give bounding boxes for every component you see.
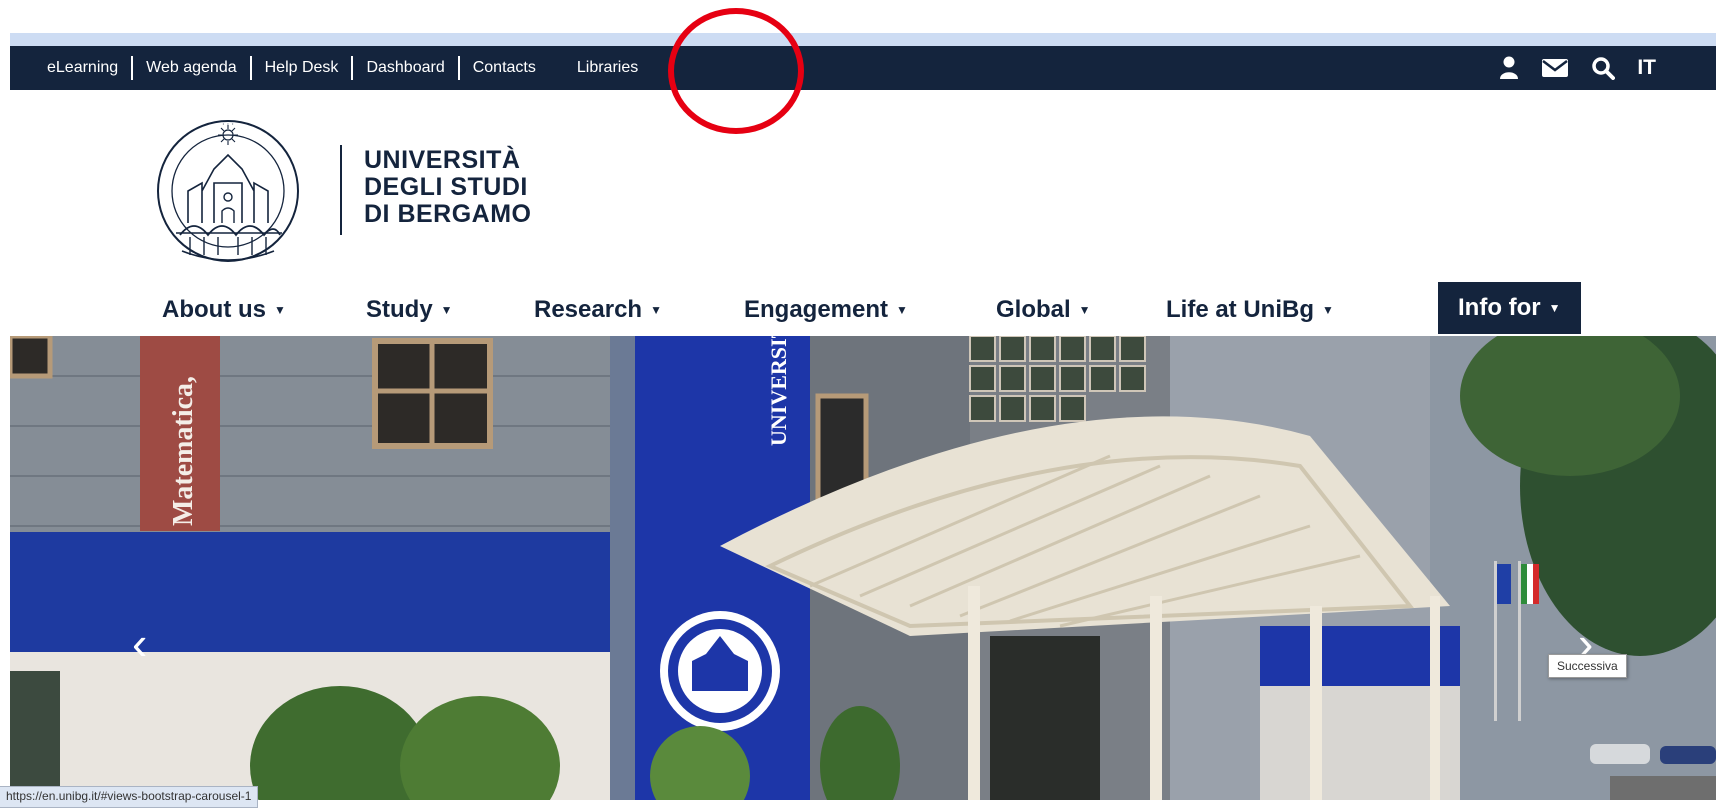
campus-building-photo: Matematica, UNIVERSIT bbox=[10, 336, 1716, 800]
svg-text:· · ·: · · · bbox=[222, 120, 234, 129]
nav-info-for[interactable]: Info for ▼ bbox=[1438, 282, 1581, 334]
nav-engagement[interactable]: Engagement ▼ bbox=[744, 284, 908, 336]
building-sign-text: Matematica, bbox=[168, 376, 199, 526]
tower-sign-text: UNIVERSIT bbox=[766, 336, 791, 446]
utility-bar: eLearning Web agenda Help Desk Dashboard… bbox=[10, 46, 1716, 90]
mail-icon[interactable] bbox=[1541, 57, 1569, 79]
utility-icons: IT bbox=[1499, 46, 1656, 90]
university-name-line: DI BERGAMO bbox=[364, 200, 532, 228]
caret-down-icon: ▼ bbox=[650, 303, 662, 317]
main-nav: About us ▼ Study ▼ Research ▼ Engagement ▼ G… bbox=[0, 282, 1716, 336]
university-name-line: DEGLI STUDI bbox=[364, 173, 528, 201]
caret-down-icon: ▼ bbox=[440, 303, 453, 317]
libraries-link[interactable]: Libraries bbox=[549, 59, 651, 77]
highlight-annotation-circle bbox=[668, 8, 804, 134]
nav-label: About us bbox=[162, 296, 266, 323]
logo-divider bbox=[340, 145, 342, 235]
elearning-link[interactable]: eLearning bbox=[34, 59, 131, 77]
carousel-prev-button[interactable]: ‹ bbox=[132, 620, 147, 666]
caret-down-icon: ▼ bbox=[1548, 301, 1561, 315]
contacts-link[interactable]: Contacts bbox=[460, 59, 549, 77]
hero-carousel: Matematica, UNIVERSIT ‹ › bbox=[10, 336, 1716, 800]
browser-top-strip bbox=[10, 33, 1716, 46]
caret-down-icon: ▼ bbox=[896, 303, 908, 317]
caret-down-icon: ▼ bbox=[273, 303, 286, 317]
language-switch[interactable]: IT bbox=[1637, 56, 1656, 80]
nav-label: Info for bbox=[1458, 294, 1541, 321]
nav-about-us[interactable]: About us ▼ bbox=[162, 284, 286, 336]
nav-research[interactable]: Research ▼ bbox=[534, 284, 662, 336]
browser-status-url: https://en.unibg.it/#views-bootstrap-car… bbox=[0, 786, 259, 808]
caret-down-icon: ▼ bbox=[1078, 303, 1091, 317]
nav-study[interactable]: Study ▼ bbox=[366, 284, 453, 336]
nav-global[interactable]: Global ▼ bbox=[996, 284, 1091, 336]
dashboard-link[interactable]: Dashboard bbox=[353, 59, 457, 77]
nav-life-at-unibg[interactable]: Life at UniBg ▼ bbox=[1166, 284, 1334, 336]
nav-label: Global bbox=[996, 296, 1071, 323]
university-logo[interactable]: · · · UNIVERSITÀ DEGLI STUDI DI BERGAMO bbox=[146, 113, 566, 273]
university-name-line: UNIVERSITÀ bbox=[364, 146, 521, 174]
help-desk-link[interactable]: Help Desk bbox=[252, 59, 352, 77]
nav-label: Engagement bbox=[744, 296, 889, 323]
web-agenda-link[interactable]: Web agenda bbox=[133, 59, 249, 77]
user-icon[interactable] bbox=[1499, 56, 1519, 80]
utility-links: eLearning Web agenda Help Desk Dashboard… bbox=[34, 46, 651, 90]
nav-label: Study bbox=[366, 296, 433, 323]
university-seal-icon: · · · bbox=[157, 120, 299, 262]
caret-down-icon: ▼ bbox=[1322, 303, 1334, 317]
nav-label: Life at UniBg bbox=[1166, 296, 1314, 323]
university-name: UNIVERSITÀ DEGLI STUDI DI BERGAMO bbox=[364, 147, 532, 228]
next-tooltip: Successiva bbox=[1548, 654, 1627, 678]
nav-label: Research bbox=[534, 296, 643, 323]
search-icon[interactable] bbox=[1591, 56, 1616, 80]
